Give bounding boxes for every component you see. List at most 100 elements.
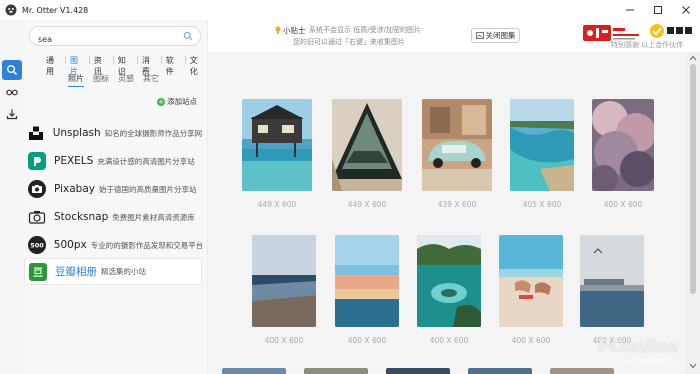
image-dimensions: 400 X 600	[429, 336, 469, 345]
photo-sunbathing	[499, 235, 563, 327]
image-card-partial[interactable]	[304, 368, 368, 374]
app-title: Mr. Otter V1.428	[22, 5, 89, 15]
photo-tent-view	[332, 99, 402, 191]
maximize-button[interactable]	[644, 0, 672, 20]
image-card-partial[interactable]	[550, 368, 614, 374]
scrollbar-thumb[interactable]	[690, 64, 696, 294]
image-dimensions: 439 X 600	[437, 200, 477, 209]
chevron-down-icon[interactable]	[689, 362, 697, 370]
image-card[interactable]	[332, 99, 402, 191]
search-icon	[7, 65, 18, 76]
site-item-stocksnap[interactable]: Stocksnap 免费图片素材高清资源库	[24, 204, 202, 230]
search-box	[29, 26, 201, 49]
subcategory-tabs: 照片 图标 灵感 其它	[68, 73, 168, 87]
subtab-inspiration[interactable]: 灵感	[118, 73, 134, 87]
image-card-partial[interactable]	[468, 368, 532, 374]
image-card[interactable]	[580, 235, 644, 327]
rail-glasses-button[interactable]	[2, 82, 22, 102]
app-window: Mr. Otter V1.428 sea 通用 | 图片 | 资讯 | 知识 |…	[0, 0, 700, 374]
photo-sunset-sea	[335, 235, 399, 327]
rail-placeholder	[2, 22, 22, 58]
maximize-icon	[654, 6, 662, 14]
left-rail	[0, 20, 24, 374]
subtab-photos[interactable]: 照片	[68, 73, 84, 87]
chevron-up-icon[interactable]	[689, 54, 697, 62]
stocksnap-camera-icon	[28, 208, 46, 226]
image-gallery: 449 X 600 449 X 600 439 X 600 405 X 600 …	[208, 52, 686, 374]
close-window-button[interactable]	[672, 0, 700, 20]
image-dimensions: 400 X 600	[603, 200, 643, 209]
minimize-icon	[626, 9, 634, 11]
site-item-500px[interactable]: 500 500px 专业的的摄影作品发现和交易平台	[24, 232, 202, 258]
tab-general[interactable]: 通用	[44, 55, 63, 77]
photo-overwater-villa	[242, 99, 312, 191]
subtab-other[interactable]: 其它	[143, 73, 159, 87]
watermark-text: PConline	[598, 337, 679, 357]
site-item-douban[interactable]: 豆瓣相册 精选集的小站	[24, 258, 202, 285]
search-icon[interactable]	[183, 31, 193, 41]
sidebar: 通用| 图片| 资讯| 知识| 消费| 软件| 文化 照片 图标 灵感 其它 +…	[24, 20, 208, 374]
otter-logo-icon	[5, 4, 17, 16]
site-name: Unsplash	[52, 127, 101, 139]
site-item-pixabay[interactable]: Pixabay 始于德国的高质量图片分享站	[24, 176, 202, 202]
lightbulb-icon	[275, 26, 281, 34]
photo-harbor	[580, 235, 644, 327]
image-card[interactable]	[252, 235, 316, 327]
minimize-button[interactable]	[616, 0, 644, 20]
site-desc: 始于德国的高质量图片分享站	[98, 184, 197, 194]
site-name: 豆瓣相册	[55, 266, 97, 278]
image-card[interactable]	[510, 99, 574, 191]
gallery-scrollbar[interactable]	[686, 52, 700, 374]
download-icon	[6, 109, 18, 120]
image-card[interactable]	[422, 99, 492, 191]
tab-culture[interactable]: 文化	[188, 55, 207, 77]
image-card[interactable]	[417, 235, 481, 327]
image-dimensions: 400 X 600	[264, 336, 304, 345]
site-name: Pixabay	[54, 183, 95, 195]
partner-tagline: 特别感谢 以上合作伙伴	[611, 41, 684, 49]
site-item-pexels[interactable]: PEXELS 充满设计感的高清图片分享站	[24, 148, 202, 174]
image-card[interactable]	[242, 99, 312, 191]
500px-logo-icon: 500	[28, 236, 46, 254]
photo-clouds	[592, 99, 654, 191]
image-dimensions: 449 X 600	[257, 200, 297, 209]
image-dimensions: 449 X 600	[347, 200, 387, 209]
close-gallery-label: 关闭图集	[485, 31, 516, 40]
unsplash-logo-icon	[28, 124, 45, 142]
gallery-icon	[475, 32, 484, 39]
site-name: 500px	[53, 239, 87, 251]
douban-logo-icon	[29, 262, 47, 281]
site-desc: 免费图片素材高清资源库	[112, 212, 195, 222]
rail-download-button[interactable]	[2, 104, 22, 124]
site-name: PEXELS	[54, 155, 94, 167]
image-card[interactable]	[499, 235, 563, 327]
site-item-unsplash[interactable]: Unsplash 知名的全球摄影师作品分享网站	[24, 120, 202, 146]
image-dimensions: 400 X 600	[347, 336, 387, 345]
add-site-button[interactable]: + 添加站点	[157, 96, 197, 107]
image-card-partial[interactable]	[386, 368, 450, 374]
add-site-label: 添加站点	[167, 97, 197, 106]
title-bar: Mr. Otter V1.428	[0, 0, 700, 20]
image-card-partial[interactable]	[222, 368, 286, 374]
tip-line-1: 系统不会显示 低质/受涉/加密的图片	[309, 26, 421, 34]
image-card[interactable]	[335, 235, 399, 327]
plus-icon: +	[157, 97, 165, 106]
subtab-icons[interactable]: 图标	[93, 73, 109, 87]
window-controls	[616, 0, 700, 20]
photo-coastline	[510, 99, 574, 191]
pexels-logo-icon	[28, 152, 46, 170]
photo-vintage-car	[422, 99, 492, 191]
site-desc: 专业的的摄影作品发现和交易平台	[90, 240, 202, 250]
site-desc: 充满设计感的高清图片分享站	[97, 156, 195, 166]
image-card[interactable]	[592, 99, 654, 191]
image-dimensions: 400 X 600	[511, 336, 551, 345]
site-desc: 精选集的小站	[101, 267, 146, 276]
tip-line-2: 您的旧可以通过「右键」来收集图片	[293, 38, 405, 46]
search-input[interactable]	[38, 30, 178, 49]
rail-search-button[interactable]	[2, 60, 22, 80]
site-desc: 知名的全球摄影师作品分享网站	[104, 128, 202, 138]
close-icon	[682, 6, 690, 14]
close-gallery-button[interactable]: 关闭图集	[471, 28, 520, 43]
photo-lagoon-islands	[417, 235, 481, 327]
glasses-icon	[6, 89, 18, 96]
